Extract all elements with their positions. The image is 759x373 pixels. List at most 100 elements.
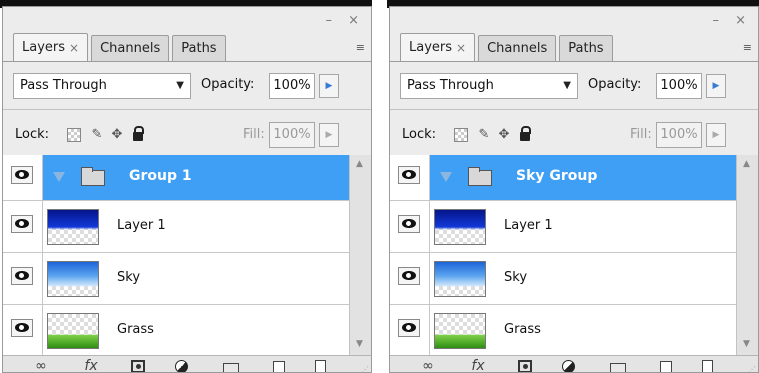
visibility-toggle[interactable] [11, 267, 33, 285]
layer-row[interactable]: Sky [3, 253, 349, 305]
lock-all-padlock-icon[interactable] [520, 126, 531, 141]
visibility-cell [3, 201, 43, 252]
sky-thumbnail [434, 261, 486, 297]
scroll-up-icon[interactable]: ▲ [743, 159, 750, 169]
blend-mode-value: Pass Through [407, 78, 494, 93]
resize-grip-icon[interactable]: ⋰ [361, 365, 369, 372]
tab-label: Paths [568, 41, 604, 56]
adjustment-icon[interactable] [562, 360, 575, 372]
eye-icon [402, 323, 416, 332]
adjustment-icon[interactable] [175, 360, 188, 372]
grass-thumbnail [434, 313, 486, 349]
lock-image-brush-icon[interactable]: ✎ [89, 127, 105, 143]
tab-layers[interactable]: Layers × [400, 33, 476, 61]
lock-position-move-icon[interactable]: ✥ [109, 127, 125, 143]
scroll-down-icon[interactable]: ▼ [356, 339, 363, 349]
fill-stepper-icon[interactable]: ▶ [706, 123, 726, 147]
fx-icon[interactable]: fx [468, 358, 488, 372]
eye-icon [402, 271, 416, 280]
layer-name: Grass [504, 322, 541, 337]
chevron-down-icon: ▼ [563, 80, 571, 91]
opacity-input[interactable]: 100% [269, 73, 315, 99]
layers-panel-1: – × Layers × Channels Paths ≡ Pass Throu… [2, 6, 372, 373]
close-tab-icon[interactable]: × [456, 41, 466, 55]
opacity-label: Opacity: [588, 77, 642, 92]
scroll-down-icon[interactable]: ▼ [743, 339, 750, 349]
folder-icon[interactable] [610, 363, 626, 372]
visibility-toggle[interactable] [398, 215, 420, 233]
eye-icon [15, 323, 29, 332]
lock-position-move-icon[interactable]: ✥ [496, 127, 512, 143]
fx-icon[interactable]: fx [81, 358, 101, 372]
expand-triangle-icon[interactable] [53, 172, 65, 182]
panel-tabs: Layers × Channels Paths [400, 33, 616, 61]
panel-menu-icon[interactable]: ≡ [356, 41, 365, 54]
visibility-toggle[interactable] [398, 319, 420, 337]
layer-group-row[interactable]: Sky Group [390, 155, 736, 201]
visibility-toggle[interactable] [11, 319, 33, 337]
layer-row[interactable]: Layer 1 [3, 201, 349, 253]
new-layer-icon[interactable] [273, 361, 285, 372]
lock-transparent-icon[interactable] [67, 128, 81, 142]
tab-channels[interactable]: Channels [478, 35, 557, 61]
link-icon[interactable]: ∞ [31, 358, 51, 372]
eye-icon [15, 170, 29, 179]
scroll-up-icon[interactable]: ▲ [356, 159, 363, 169]
trash-icon[interactable] [702, 360, 713, 372]
visibility-toggle[interactable] [398, 166, 420, 184]
divider [390, 109, 758, 110]
visibility-toggle[interactable] [11, 215, 33, 233]
blend-mode-select[interactable]: Pass Through ▼ [400, 73, 578, 99]
opacity-stepper-icon[interactable]: ▶ [706, 74, 726, 98]
layer-group-row[interactable]: Group 1 [3, 155, 349, 201]
layers-scrollbar[interactable]: ▲ ▼ [736, 155, 758, 355]
eye-icon [15, 271, 29, 280]
visibility-toggle[interactable] [398, 267, 420, 285]
window-controls[interactable]: – × [712, 13, 752, 28]
resize-grip-icon[interactable]: ⋰ [748, 365, 756, 372]
fill-input[interactable]: 100% [269, 122, 315, 148]
trash-icon[interactable] [315, 360, 326, 372]
tab-label: Layers [409, 40, 453, 55]
tab-layers[interactable]: Layers × [13, 33, 89, 61]
close-tab-icon[interactable]: × [69, 41, 79, 55]
sky-thumbnail [47, 261, 99, 297]
group-name: Group 1 [129, 168, 192, 184]
visibility-toggle[interactable] [11, 166, 33, 184]
layer-row[interactable]: Layer 1 [390, 201, 736, 253]
visibility-cell [3, 305, 43, 357]
layer-row[interactable]: Grass [390, 305, 736, 357]
tab-channels[interactable]: Channels [91, 35, 170, 61]
blue-gradient-thumbnail [47, 209, 99, 245]
tab-paths[interactable]: Paths [559, 35, 613, 61]
layer-row[interactable]: Sky [390, 253, 736, 305]
fill-input[interactable]: 100% [656, 122, 702, 148]
lock-all-padlock-icon[interactable] [133, 126, 144, 141]
lock-image-brush-icon[interactable]: ✎ [476, 127, 492, 143]
layer-row[interactable]: Grass [3, 305, 349, 357]
folder-icon[interactable] [223, 363, 239, 372]
blend-mode-select[interactable]: Pass Through ▼ [13, 73, 191, 99]
mask-icon[interactable] [518, 360, 532, 372]
mask-icon[interactable] [131, 360, 145, 372]
tab-label: Channels [100, 41, 161, 56]
expand-triangle-icon[interactable] [440, 172, 452, 182]
panel-footer: ∞ fx ⋰ [3, 355, 371, 372]
window-controls[interactable]: – × [325, 13, 365, 28]
layers-scrollbar[interactable]: ▲ ▼ [349, 155, 371, 355]
tab-label: Paths [181, 41, 217, 56]
tab-paths[interactable]: Paths [172, 35, 226, 61]
lock-transparent-icon[interactable] [454, 128, 468, 142]
eye-icon [402, 219, 416, 228]
visibility-cell [3, 155, 43, 200]
new-layer-icon[interactable] [660, 361, 672, 372]
chevron-down-icon: ▼ [176, 80, 184, 91]
opacity-input[interactable]: 100% [656, 73, 702, 99]
fill-stepper-icon[interactable]: ▶ [319, 123, 339, 147]
panel-menu-icon[interactable]: ≡ [743, 41, 752, 54]
visibility-cell [390, 155, 430, 200]
eye-icon [15, 219, 29, 228]
options-row: Pass Through ▼ Opacity: 100% ▶ [3, 69, 371, 105]
link-icon[interactable]: ∞ [418, 358, 438, 372]
opacity-stepper-icon[interactable]: ▶ [319, 74, 339, 98]
